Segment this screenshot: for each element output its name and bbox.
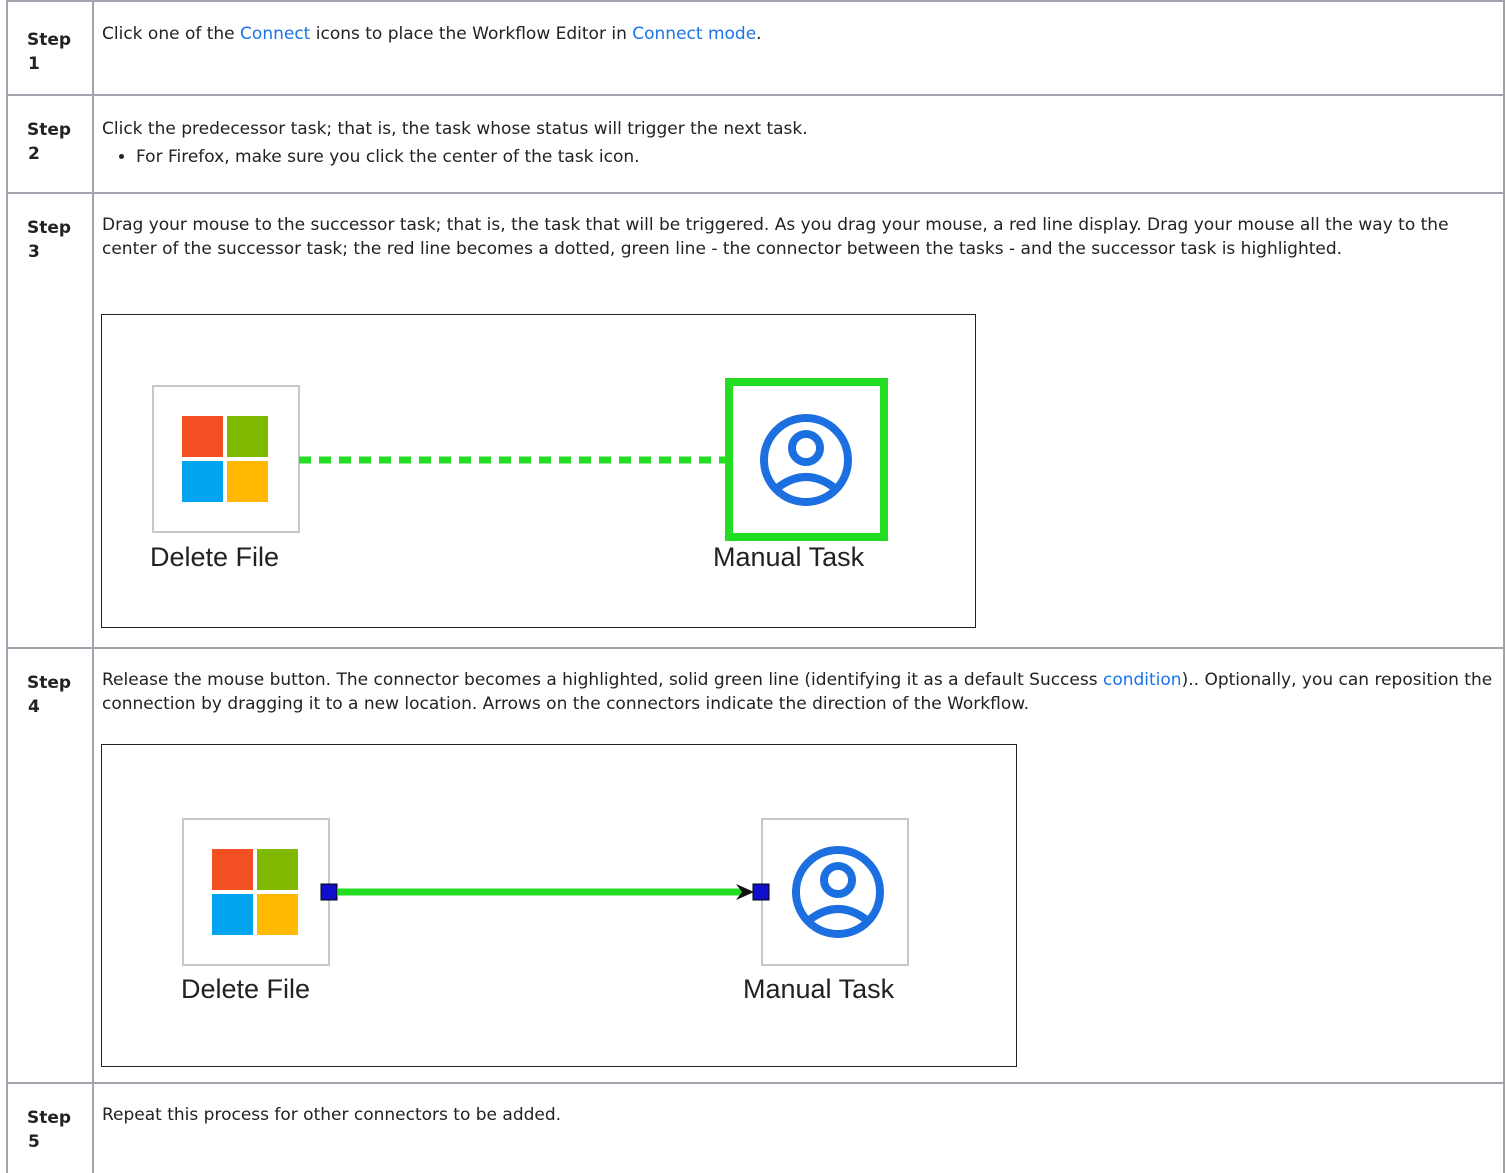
step-cell: Step 1 [6,2,94,96]
step-text: icons to place the Workflow Editor in [310,24,633,44]
step-content: Drag your mouse to the successor task; t… [102,213,1497,261]
manual-task-label: Manual Task [743,974,895,1004]
delete-file-task-tile [152,385,300,533]
step-row-1: Step 1 Click one of the Connect icons to … [6,2,1505,96]
table-border-top [6,0,1505,2]
steps-table: Step 1 Click one of the Connect icons to … [6,0,1505,1173]
step-row-4: Step 4 Release the mouse button. The conn… [6,647,1505,1082]
step-label: Step 5 [27,1108,72,1152]
step-row-5: Step 5 Repeat this process for other conn… [6,1082,1505,1173]
step-cell: Step 5 [6,1084,94,1173]
step-content: Click one of the Connect icons to place … [102,22,1497,46]
step-cell: Step 2 [6,96,94,192]
step-content: Release the mouse button. The connector … [102,668,1497,716]
step-content: Click the predecessor task; that is, the… [102,117,1497,169]
step-text: Release the mouse button. The connector … [102,670,1103,690]
table-border-left [6,0,8,1173]
step-label: Step 3 [27,218,72,262]
step-cell: Step 3 [6,194,94,647]
step-cell: Step 4 [6,649,94,1082]
connector-solid-figure: Delete File Manual Task [101,744,1017,1067]
connect-link[interactable]: Connect [240,24,310,44]
step-label: Step 1 [27,30,72,74]
delete-file-label: Delete File [150,542,280,572]
workflow-diagram [182,818,909,966]
target-anchor-handle [752,883,770,901]
delete-file-label: Delete File [181,974,311,1004]
connector-dotted-figure: Delete File Manual Task [101,314,976,628]
table-border-right [1503,0,1505,1173]
step-text: Repeat this process for other connectors… [102,1105,562,1125]
manual-task-label: Manual Task [713,542,865,572]
workflow-diagram [152,378,888,541]
condition-link[interactable]: condition [1103,670,1182,690]
step-row-2: Step 2 Click the predecessor task; that i… [6,94,1505,192]
step-row-3: Step 3 Drag your mouse to the successor t… [6,192,1505,647]
step-text: . [756,24,762,44]
list-item: For Firefox, make sure you click the cen… [136,145,1497,169]
delete-file-task-tile [182,818,330,966]
step-label: Step 4 [27,673,72,717]
step-text: Click the predecessor task; that is, the… [102,119,808,139]
bullet-list: For Firefox, make sure you click the cen… [102,145,1497,169]
step-text: Drag your mouse to the successor task; t… [102,215,1449,259]
connect-mode-link[interactable]: Connect mode [632,24,756,44]
step-text: Click one of the [102,24,241,44]
step-content: Repeat this process for other connectors… [102,1103,1497,1127]
table-column-divider [92,0,94,1173]
source-anchor-handle [320,883,338,901]
step-label: Step 2 [27,120,72,164]
